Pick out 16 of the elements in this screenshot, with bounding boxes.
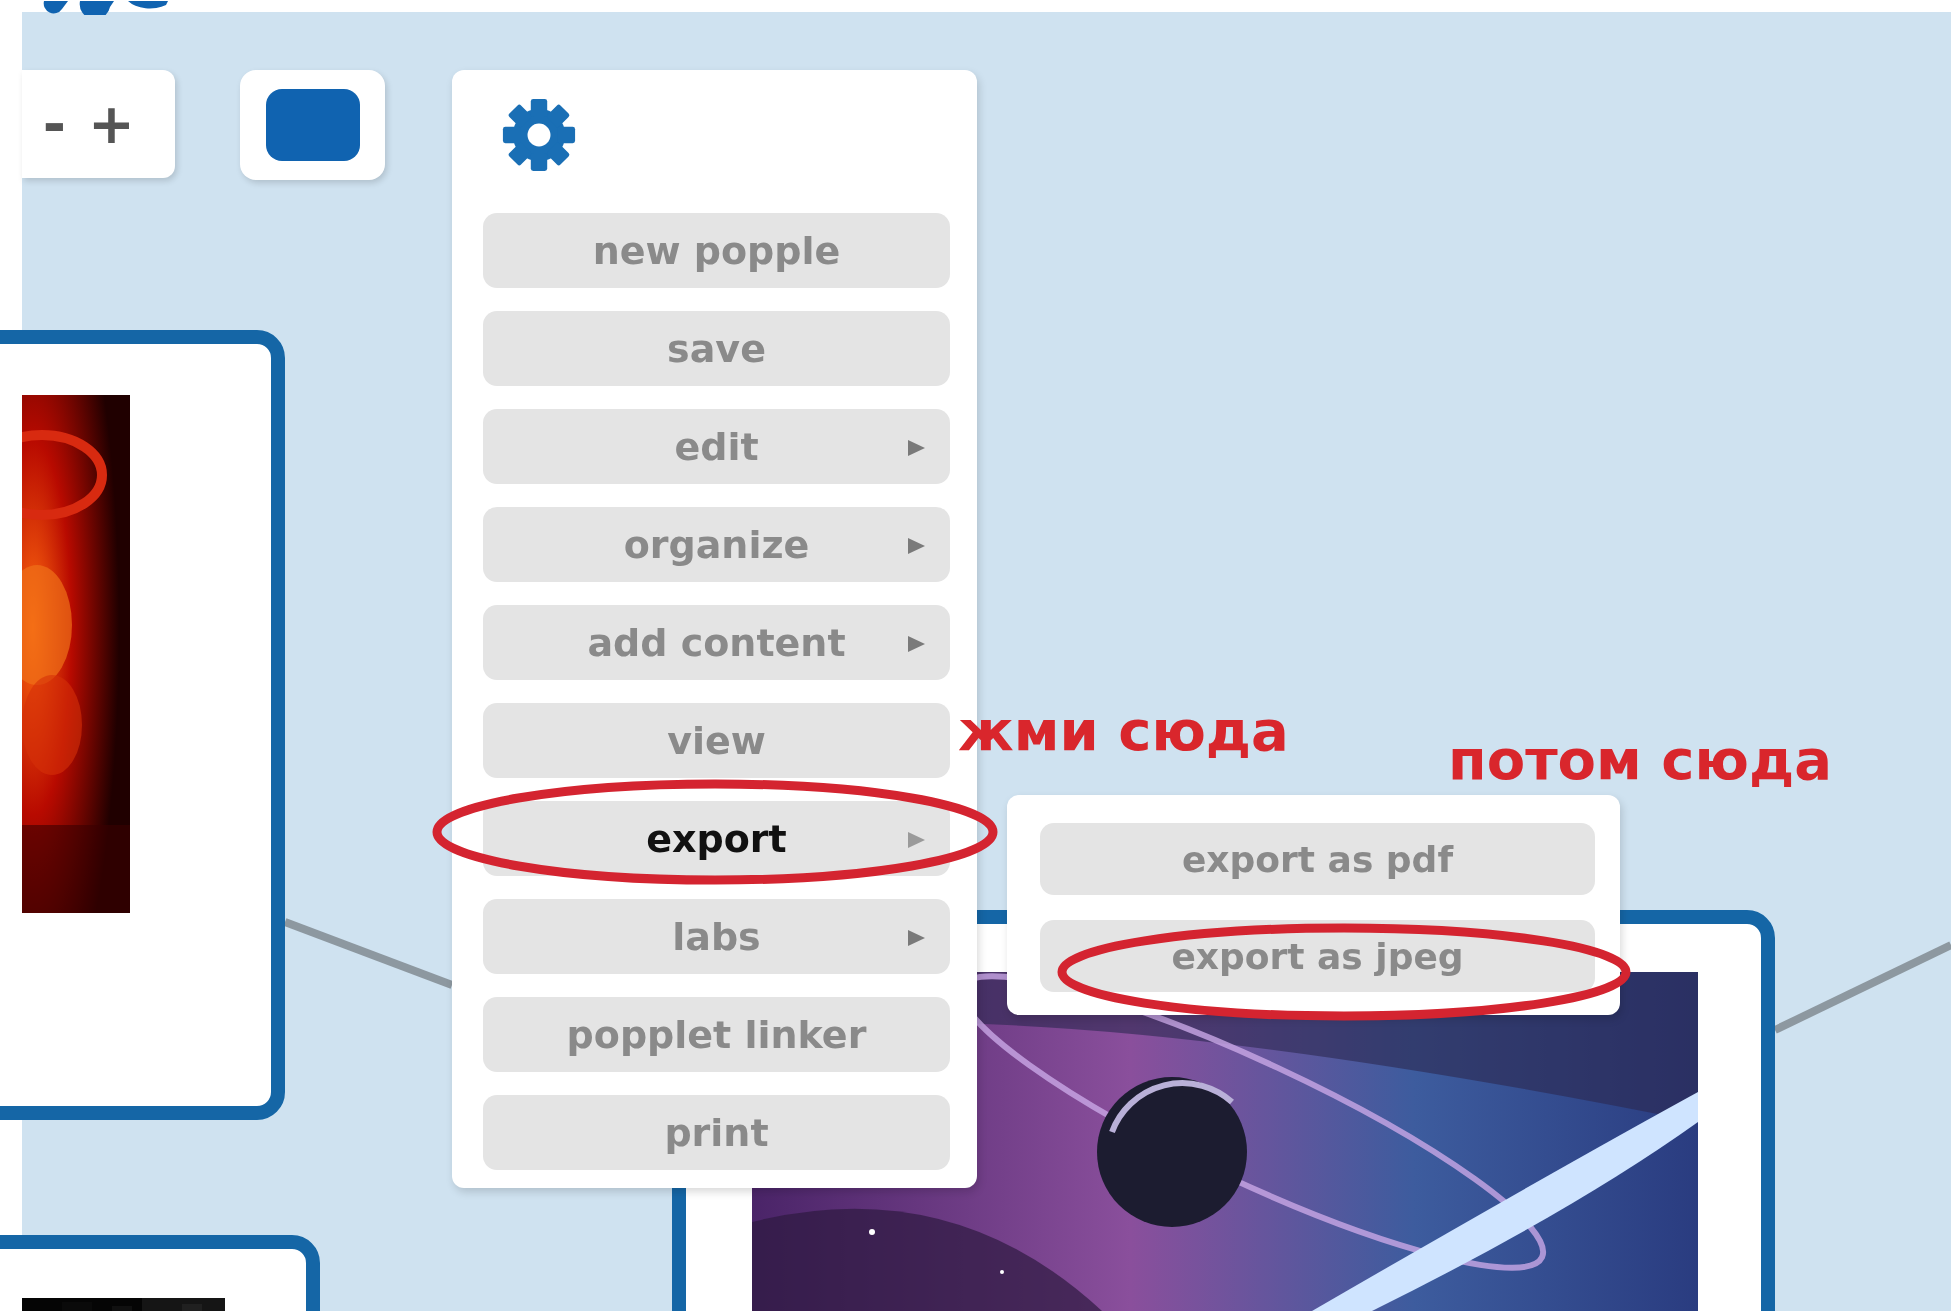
menu-item[interactable]: labs [483,899,950,974]
color-button[interactable] [240,70,385,180]
zoom-out-button[interactable]: - [42,96,67,152]
menu-item[interactable]: new popple [483,213,950,288]
menu-item[interactable]: save [483,311,950,386]
menu-item[interactable]: view [483,703,950,778]
menu-item[interactable]: edit [483,409,950,484]
annotation-text: жми сюда [958,703,1289,759]
zoom-in-button[interactable]: + [88,96,135,152]
menu-item[interactable]: export as pdf [1040,823,1595,895]
menu-item[interactable]: popplet linker [483,997,950,1072]
menu-item[interactable]: organize [483,507,950,582]
menu-item[interactable]: print [483,1095,950,1170]
menu-item[interactable]: export [483,801,950,876]
annotation-text: потом сюда [1448,732,1832,788]
menu-item[interactable]: add content [483,605,950,680]
